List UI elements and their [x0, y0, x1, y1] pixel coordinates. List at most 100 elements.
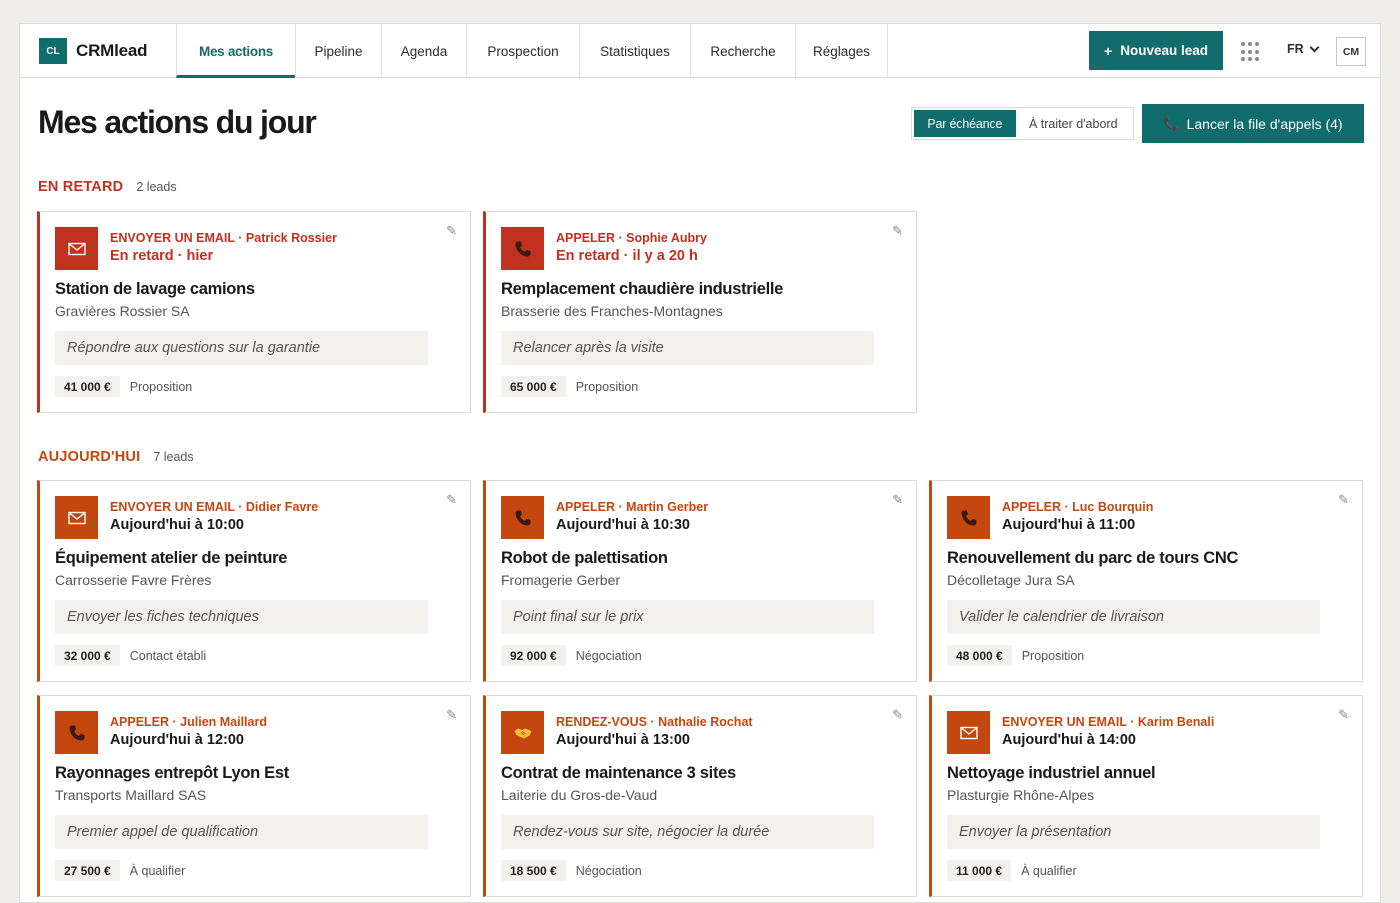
card-note: Relancer après la visite: [501, 331, 874, 365]
card-company: Carrosserie Favre Frères: [55, 572, 212, 588]
card-amount: 48 000 €: [947, 645, 1012, 666]
card-action-line: ENVOYER UN EMAIL · Karim Benali: [1002, 715, 1215, 729]
card-company: Laiterie du Gros-de-Vaud: [501, 787, 658, 803]
sort-toggle: Par échéance À traiter d'abord: [911, 107, 1134, 140]
card-action-line: APPELER · Sophie Aubry: [556, 231, 707, 245]
new-lead-button[interactable]: + Nouveau lead: [1089, 31, 1223, 70]
card-contact[interactable]: Nathalie Rochat: [658, 715, 752, 729]
card-stage: Contact établi: [129, 648, 207, 663]
card-action-type: ENVOYER UN EMAIL: [1002, 715, 1127, 729]
card-title[interactable]: Nettoyage industriel annuel: [947, 764, 1156, 783]
card-contact[interactable]: Sophie Aubry: [626, 231, 707, 245]
card-amount: 18 500 €: [501, 860, 566, 881]
card-action-line: ENVOYER UN EMAIL · Didier Favre: [110, 500, 319, 514]
sort-by-due-date[interactable]: Par échéance: [914, 110, 1016, 137]
card-title[interactable]: Station de lavage camions: [55, 280, 255, 299]
section-title: AUJOURD'HUI: [38, 449, 141, 465]
card-due: Aujourd'hui à 10:00: [110, 517, 244, 533]
card-title[interactable]: Contrat de maintenance 3 sites: [501, 764, 736, 783]
card-company: Fromagerie Gerber: [501, 572, 621, 588]
avatar[interactable]: CM: [1336, 37, 1366, 66]
language-selector[interactable]: FR: [1287, 42, 1320, 56]
card-amount: 32 000 €: [55, 645, 120, 666]
phone-icon: [947, 496, 990, 539]
edit-icon[interactable]: ✎: [446, 492, 457, 508]
edit-icon[interactable]: ✎: [892, 223, 903, 239]
card-action-line: ENVOYER UN EMAIL · Patrick Rossier: [110, 231, 337, 245]
card-contact[interactable]: Karim Benali: [1138, 715, 1214, 729]
language-label: FR: [1287, 42, 1304, 56]
card-stage: Proposition: [1021, 648, 1085, 663]
card-title[interactable]: Équipement atelier de peinture: [55, 549, 287, 568]
section-header-late: EN RETARD 2 leads: [38, 179, 177, 195]
card-action-type: APPELER: [556, 500, 616, 514]
plus-icon: +: [1104, 42, 1113, 59]
phone-icon: [501, 496, 544, 539]
card-company: Brasserie des Franches-Montagnes: [501, 303, 723, 319]
card-footer: 18 500 € Négociation: [501, 860, 642, 881]
tab-agenda[interactable]: Agenda: [381, 24, 466, 78]
card-contact[interactable]: Patrick Rossier: [246, 231, 337, 245]
card-note: Premier appel de qualification: [55, 815, 428, 849]
edit-icon[interactable]: ✎: [1338, 707, 1349, 723]
card-title[interactable]: Rayonnages entrepôt Lyon Est: [55, 764, 289, 783]
tab-recherche[interactable]: Recherche: [690, 24, 795, 78]
action-card[interactable]: ENVOYER UN EMAIL · Patrick Rossier En ret…: [37, 211, 471, 413]
card-footer: 92 000 € Négociation: [501, 645, 642, 666]
grid-icon[interactable]: [1241, 42, 1261, 62]
action-card[interactable]: APPELER · Julien Maillard Aujourd'hui à 1…: [37, 695, 471, 897]
email-icon: [55, 496, 98, 539]
action-card[interactable]: APPELER · Sophie Aubry En retard · il y a…: [483, 211, 917, 413]
card-due: Aujourd'hui à 11:00: [1002, 517, 1136, 533]
tab-reglages[interactable]: Réglages: [795, 24, 888, 78]
card-action-type: ENVOYER UN EMAIL: [110, 500, 235, 514]
action-card[interactable]: RENDEZ-VOUS · Nathalie Rochat Aujourd'hui…: [483, 695, 917, 897]
edit-icon[interactable]: ✎: [446, 707, 457, 723]
card-title[interactable]: Remplacement chaudière industrielle: [501, 280, 783, 299]
tab-mes-actions[interactable]: Mes actions: [176, 24, 295, 78]
card-contact[interactable]: Didier Favre: [246, 500, 318, 514]
card-footer: 11 000 € À qualifier: [947, 860, 1077, 881]
tab-prospection[interactable]: Prospection: [466, 24, 579, 78]
card-company: Transports Maillard SAS: [55, 787, 207, 803]
edit-icon[interactable]: ✎: [446, 223, 457, 239]
top-navigation-bar: CL CRMlead Mes actions Pipeline Agenda P…: [20, 24, 1380, 78]
card-note: Point final sur le prix: [501, 600, 874, 634]
card-title[interactable]: Renouvellement du parc de tours CNC: [947, 549, 1238, 568]
action-card[interactable]: APPELER · Martin Gerber Aujourd'hui à 10:…: [483, 480, 917, 682]
action-card[interactable]: ENVOYER UN EMAIL · Didier Favre Aujourd'h…: [37, 480, 471, 682]
call-queue-button[interactable]: 📞 Lancer la file d'appels (4): [1142, 104, 1364, 143]
card-note: Envoyer les fiches techniques: [55, 600, 428, 634]
card-contact[interactable]: Julien Maillard: [180, 715, 267, 729]
card-action-type: APPELER: [110, 715, 170, 729]
edit-icon[interactable]: ✎: [1338, 492, 1349, 508]
card-due: Aujourd'hui à 13:00: [556, 732, 690, 748]
brand[interactable]: CL CRMlead: [39, 38, 148, 64]
card-amount: 65 000 €: [501, 376, 566, 397]
chevron-down-icon: [1309, 42, 1320, 52]
tab-pipeline[interactable]: Pipeline: [295, 24, 381, 78]
edit-icon[interactable]: ✎: [892, 492, 903, 508]
action-card[interactable]: APPELER · Luc Bourquin Aujourd'hui à 11:0…: [929, 480, 1363, 682]
action-card[interactable]: ENVOYER UN EMAIL · Karim Benali Aujourd'h…: [929, 695, 1363, 897]
tab-statistiques[interactable]: Statistiques: [579, 24, 690, 78]
card-stage: À qualifier: [129, 863, 186, 878]
card-due: Aujourd'hui à 12:00: [110, 732, 244, 748]
section-count: 2 leads: [136, 180, 177, 194]
main-nav: Mes actions Pipeline Agenda Prospection …: [176, 24, 888, 78]
section-title: EN RETARD: [38, 179, 124, 195]
card-action-line: APPELER · Martin Gerber: [556, 500, 709, 514]
card-note: Répondre aux questions sur la garantie: [55, 331, 428, 365]
card-company: Gravières Rossier SA: [55, 303, 190, 319]
card-amount: 92 000 €: [501, 645, 566, 666]
card-action-type: ENVOYER UN EMAIL: [110, 231, 235, 245]
card-stage: Négociation: [575, 863, 642, 878]
sort-by-priority[interactable]: À traiter d'abord: [1016, 110, 1131, 137]
card-note: Valider le calendrier de livraison: [947, 600, 1320, 634]
card-action-type: APPELER: [556, 231, 616, 245]
section-count: 7 leads: [153, 450, 194, 464]
edit-icon[interactable]: ✎: [892, 707, 903, 723]
card-contact[interactable]: Luc Bourquin: [1072, 500, 1153, 514]
card-contact[interactable]: Martin Gerber: [626, 500, 708, 514]
card-title[interactable]: Robot de palettisation: [501, 549, 668, 568]
